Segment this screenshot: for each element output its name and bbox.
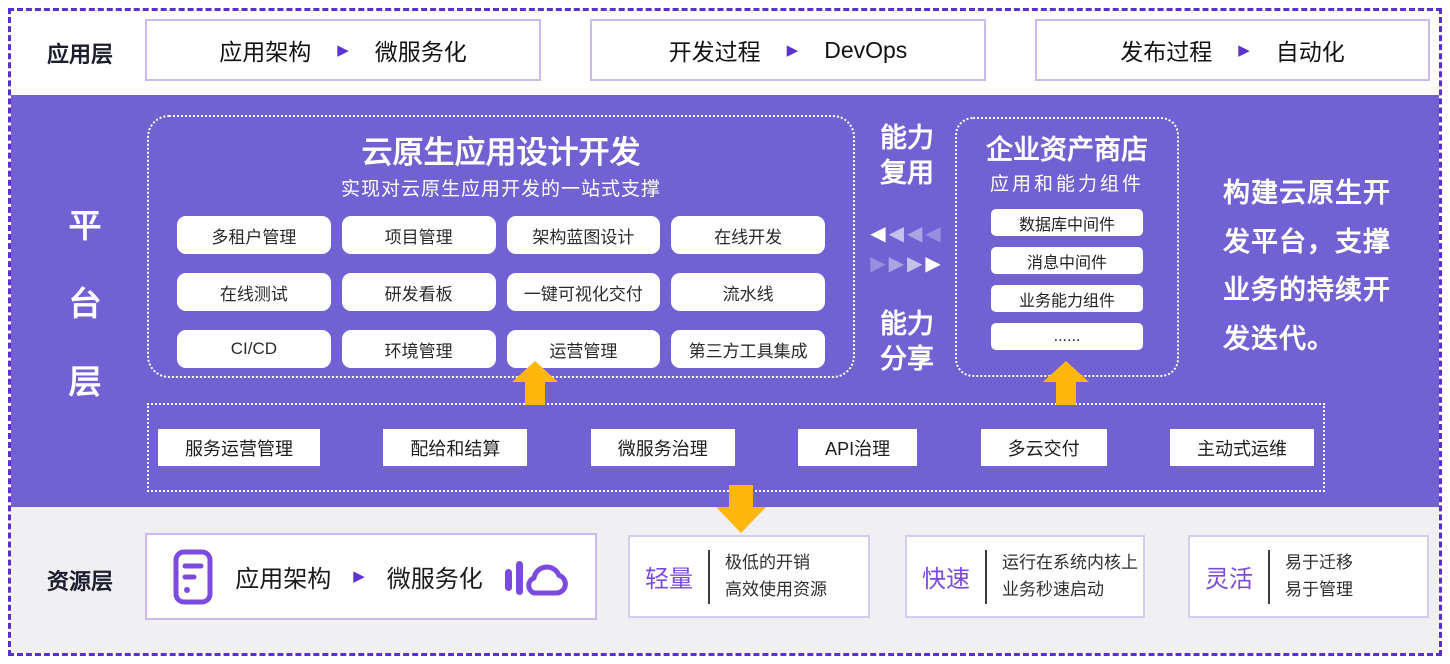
- flow-arrows: ◀◀◀◀ ▶▶▶▶: [870, 224, 944, 274]
- down-arrow-icon: [716, 485, 766, 533]
- architecture-diagram: 应用层 应用架构 ▶ 微服务化 开发过程 ▶ DevOps 发布过程 ▶ 自动化…: [0, 0, 1450, 664]
- capability-item: 一键可视化交付: [507, 273, 661, 311]
- app-box-to-label: 微服务化: [375, 33, 467, 67]
- feature-line: 业务秒速启动: [1002, 580, 1104, 599]
- store-item: 消息中间件: [991, 247, 1143, 274]
- divider: [1268, 550, 1270, 604]
- service-item: 配给和结算: [383, 429, 527, 466]
- up-arrow-icon: [512, 361, 558, 405]
- share-line2: 分享: [880, 344, 934, 374]
- feature-description: 极低的开销 高效使用资源: [725, 550, 827, 603]
- reuse-line2: 复用: [880, 158, 934, 188]
- feature-line: 高效使用资源: [725, 580, 827, 599]
- capability-connector: 能力 复用 ◀◀◀◀ ▶▶▶▶ 能力 分享: [857, 121, 957, 377]
- feature-keyword: 灵活: [1190, 559, 1268, 594]
- service-item: 服务运营管理: [158, 429, 320, 466]
- platform-service-row: 服务运营管理 配给和结算 微服务治理 API治理 多云交付 主动式运维: [147, 403, 1325, 492]
- capability-reuse-label: 能力 复用: [880, 121, 934, 191]
- platform-layer-label: 平 台 层: [55, 95, 115, 507]
- cloud-icon: [505, 553, 569, 601]
- dev-capability-grid: 多租户管理 项目管理 架构蓝图设计 在线开发 在线测试 研发看板 一键可视化交付…: [177, 216, 825, 368]
- app-box-from-label: 发布过程: [1120, 33, 1212, 67]
- app-layer-box-architecture: 应用架构 ▶ 微服务化: [145, 19, 541, 81]
- arch-to-label: 微服务化: [387, 559, 483, 594]
- outer-dashed-frame: 应用层 应用架构 ▶ 微服务化 开发过程 ▶ DevOps 发布过程 ▶ 自动化…: [8, 8, 1442, 656]
- feature-line: 易于迁移: [1285, 553, 1353, 572]
- feature-keyword: 轻量: [630, 559, 708, 594]
- platform-label-char: 平: [69, 199, 102, 247]
- service-item: API治理: [798, 429, 917, 466]
- resource-architecture-box: 应用架构 ▶ 微服务化: [145, 533, 597, 620]
- capability-item: 多租户管理: [177, 216, 331, 254]
- feature-box-lightweight: 轻量 极低的开销 高效使用资源: [628, 535, 870, 618]
- service-item: 微服务治理: [591, 429, 735, 466]
- divider: [985, 550, 987, 604]
- app-box-from-label: 应用架构: [219, 33, 311, 67]
- capability-share-label: 能力 分享: [880, 307, 934, 377]
- platform-side-note: 构建云原生开发平台，支撑业务的持续开发迭代。: [1223, 169, 1411, 363]
- capability-item: 在线开发: [671, 216, 825, 254]
- capability-item: 在线测试: [177, 273, 331, 311]
- dev-box-title: 云原生应用设计开发: [149, 127, 853, 172]
- store-item: ......: [991, 323, 1143, 350]
- up-arrow-icon: [1043, 361, 1089, 405]
- capability-item: 环境管理: [342, 330, 496, 368]
- arrow-right-icon: ▶: [787, 43, 799, 58]
- cloudnative-dev-box: 云原生应用设计开发 实现对云原生应用开发的一站式支撑 多租户管理 项目管理 架构…: [147, 115, 855, 378]
- platform-label-char: 台: [69, 277, 102, 325]
- feature-line: 极低的开销: [725, 553, 810, 572]
- arrow-right-icon: ▶: [1238, 43, 1250, 58]
- arrows-left-icon: ◀◀◀◀: [870, 224, 944, 244]
- platform-layer-band: 平 台 层 云原生应用设计开发 实现对云原生应用开发的一站式支撑 多租户管理 项…: [11, 95, 1439, 507]
- service-item: 多云交付: [981, 429, 1107, 466]
- store-title: 企业资产商店: [957, 128, 1177, 167]
- capability-item: 流水线: [671, 273, 825, 311]
- share-line1: 能力: [880, 309, 934, 339]
- feature-box-flexible: 灵活 易于迁移 易于管理: [1188, 535, 1429, 618]
- server-icon: [173, 549, 213, 605]
- application-layer-band: 应用层 应用架构 ▶ 微服务化 开发过程 ▶ DevOps 发布过程 ▶ 自动化: [11, 11, 1439, 95]
- store-subtitle: 应用和能力组件: [957, 169, 1177, 196]
- store-item-list: 数据库中间件 消息中间件 业务能力组件 ......: [957, 209, 1177, 350]
- capability-item: 第三方工具集成: [671, 330, 825, 368]
- dev-box-subtitle: 实现对云原生应用开发的一站式支撑: [149, 174, 853, 201]
- arrows-right-icon: ▶▶▶▶: [870, 254, 944, 274]
- reuse-line1: 能力: [880, 123, 934, 153]
- store-item: 业务能力组件: [991, 285, 1143, 312]
- arrow-right-icon: ▶: [337, 43, 349, 58]
- app-box-to-label: DevOps: [824, 37, 907, 64]
- arch-from-label: 应用架构: [235, 559, 331, 594]
- platform-label-char: 层: [69, 355, 102, 403]
- feature-description: 易于迁移 易于管理: [1285, 550, 1353, 603]
- capability-item: CI/CD: [177, 330, 331, 368]
- feature-box-fast: 快速 运行在系统内核上 业务秒速启动: [905, 535, 1145, 618]
- arrow-right-icon: ▶: [353, 569, 365, 584]
- feature-description: 运行在系统内核上 业务秒速启动: [1002, 550, 1138, 603]
- capability-item: 架构蓝图设计: [507, 216, 661, 254]
- feature-line: 运行在系统内核上: [1002, 553, 1138, 572]
- capability-item: 研发看板: [342, 273, 496, 311]
- app-layer-box-devprocess: 开发过程 ▶ DevOps: [590, 19, 986, 81]
- feature-line: 易于管理: [1285, 580, 1353, 599]
- feature-keyword: 快速: [907, 559, 985, 594]
- application-layer-label: 应用层: [37, 11, 123, 95]
- asset-store-box: 企业资产商店 应用和能力组件 数据库中间件 消息中间件 业务能力组件 .....…: [955, 117, 1179, 377]
- capability-item: 项目管理: [342, 216, 496, 254]
- app-box-to-label: 自动化: [1276, 33, 1345, 67]
- service-item: 主动式运维: [1170, 429, 1314, 466]
- divider: [708, 550, 710, 604]
- app-box-from-label: 开发过程: [669, 33, 761, 67]
- resource-layer-label: 资源层: [37, 507, 123, 653]
- store-item: 数据库中间件: [991, 209, 1143, 236]
- app-layer-box-release: 发布过程 ▶ 自动化: [1035, 19, 1430, 81]
